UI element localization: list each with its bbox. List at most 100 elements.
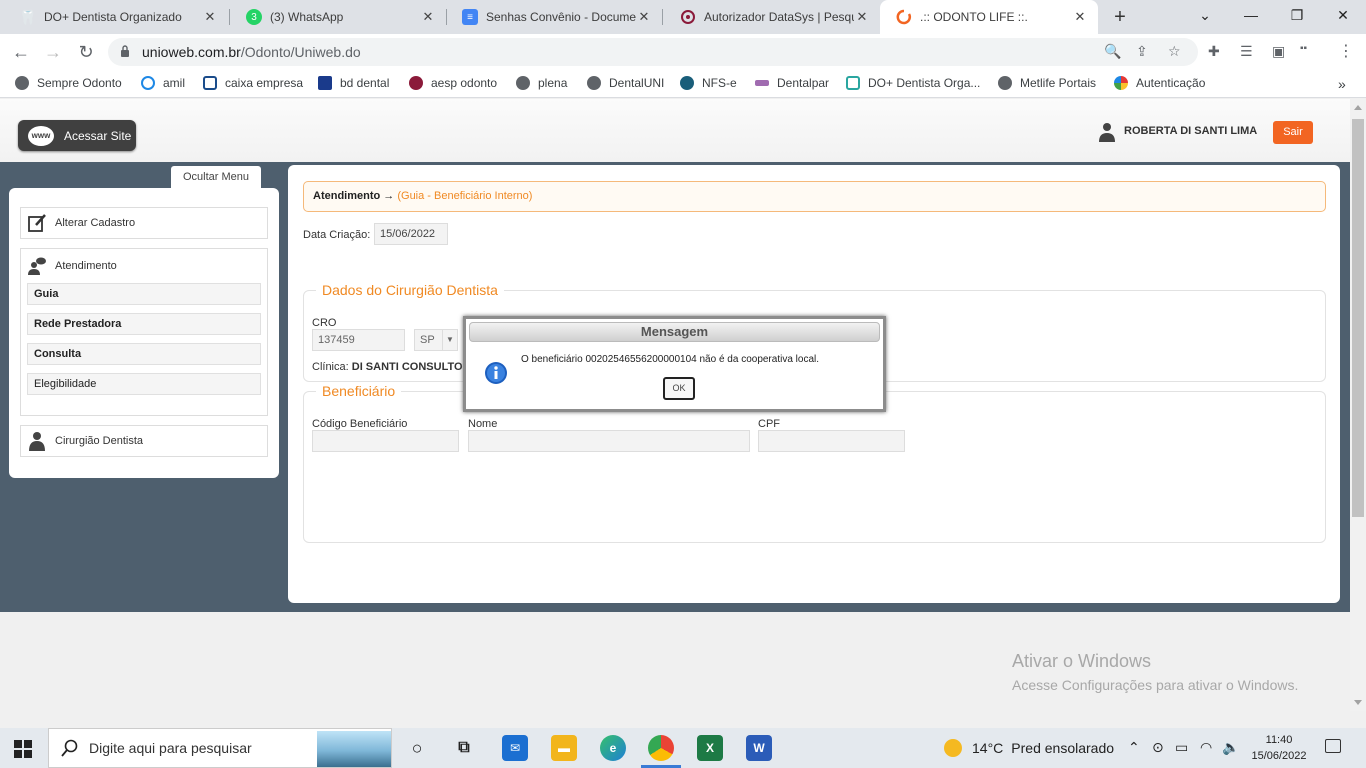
weather-widget[interactable]: 14°C Pred ensolarado (944, 739, 1114, 757)
restore-icon[interactable]: ❐ (1274, 0, 1320, 34)
close-icon[interactable]: ✕ (1072, 9, 1088, 25)
uf-value: SP (420, 334, 435, 346)
sidebar-subitem-elegibilidade[interactable]: Elegibilidade (27, 373, 261, 395)
creation-date-field: 15/06/2022 (374, 223, 448, 245)
logout-button[interactable]: Sair (1273, 121, 1313, 144)
browser-menu-icon[interactable]: ⋮ (1338, 41, 1354, 61)
hide-menu-tab[interactable]: Ocultar Menu (171, 166, 261, 188)
wifi-icon[interactable]: ◠ (1200, 739, 1212, 756)
bookmark-star-icon[interactable]: ☆ (1168, 43, 1181, 60)
cortana-icon[interactable]: ○ (404, 735, 430, 761)
volume-icon[interactable]: 🔈 (1222, 739, 1239, 756)
excel-icon[interactable]: X (697, 735, 723, 761)
back-icon[interactable]: ← (9, 40, 33, 64)
battery-icon[interactable]: ▭ (1175, 739, 1188, 756)
tooth-icon (203, 76, 217, 90)
bookmark-item[interactable]: aesp odonto (409, 76, 497, 90)
uf-select[interactable]: SP ▼ (414, 329, 458, 351)
word-icon[interactable]: W (746, 735, 772, 761)
beneficiary-code-input[interactable] (312, 430, 459, 452)
tray-chevron-up-icon[interactable]: ⌃ (1128, 739, 1140, 756)
bookmark-item[interactable]: caixa empresa (203, 76, 303, 90)
page-scrollbar[interactable] (1350, 99, 1366, 711)
globe-icon (587, 76, 601, 90)
address-bar[interactable]: unioweb.com.br/Odonto/Uniweb.do 🔍 ⇪ ☆ (108, 38, 1198, 66)
scroll-down-icon[interactable] (1354, 700, 1362, 705)
bookmark-item[interactable]: Metlife Portais (998, 76, 1096, 90)
dentist-legend: Dados do Cirurgião Dentista (316, 282, 504, 298)
edge-icon[interactable]: e (600, 735, 626, 761)
bookmark-item[interactable]: Autenticação (1114, 76, 1205, 90)
file-explorer-icon[interactable]: ▬ (551, 735, 577, 761)
bookmark-item[interactable]: amil (141, 76, 185, 90)
new-tab-button[interactable]: + (1108, 5, 1132, 29)
zoom-icon[interactable]: 🔍 (1104, 43, 1121, 60)
bookmark-label: Autenticação (1136, 76, 1206, 90)
bookmark-label: caixa empresa (225, 76, 304, 90)
message-dialog: Mensagem O beneficiário 0020254655620000… (463, 316, 886, 412)
bookmark-item[interactable]: DO+ Dentista Orga... (846, 76, 980, 90)
bookmark-label: amil (163, 76, 186, 90)
breadcrumb: Atendimento → (Guia - Beneficiário Inter… (303, 181, 1326, 212)
tab-title: Autorizador DataSys | Pesqui (704, 10, 854, 24)
meet-now-icon[interactable]: ⊙ (1152, 739, 1164, 756)
forward-icon[interactable]: → (41, 40, 65, 64)
bookmark-label: DO+ Dentista Orga... (868, 76, 981, 90)
bookmark-item[interactable]: DentalUNI (587, 76, 664, 90)
scroll-up-icon[interactable] (1354, 105, 1362, 110)
ok-button[interactable]: OK (663, 377, 695, 400)
chrome-icon[interactable] (648, 735, 674, 761)
taskbar-search[interactable]: Digite aqui para pesquisar (48, 728, 392, 768)
bookmark-item[interactable]: bd dental (318, 76, 389, 90)
minimize-icon[interactable]: — (1228, 0, 1274, 34)
media-control-icon[interactable]: ☰ (1240, 43, 1253, 60)
tab-dentista-organizado[interactable]: 🦷 DO+ Dentista Organizado ✕ (4, 0, 228, 34)
sidepanel-icon[interactable]: ▣ (1272, 43, 1285, 60)
bookmark-item[interactable]: plena (516, 76, 567, 90)
close-icon[interactable]: ✕ (420, 9, 436, 25)
close-window-icon[interactable]: ✕ (1320, 0, 1366, 34)
bookmark-item[interactable]: Sempre Odonto (15, 76, 122, 90)
sidebar-item-alterar-cadastro[interactable]: Alterar Cadastro (20, 207, 268, 239)
cpf-input[interactable] (758, 430, 905, 452)
task-view-icon[interactable]: ⧉ (451, 735, 477, 761)
sun-icon (944, 739, 962, 757)
name-input[interactable] (468, 430, 750, 452)
system-clock[interactable]: 11:40 15/06/2022 (1248, 732, 1310, 764)
more-bookmarks-icon[interactable]: » (1338, 76, 1346, 92)
tab-senhas-convenio[interactable]: ≡ Senhas Convênio - Documen ✕ (446, 0, 662, 34)
access-site-button[interactable]: www Acessar Site (18, 120, 136, 151)
close-icon[interactable]: ✕ (636, 9, 652, 25)
notification-icon[interactable] (1325, 739, 1341, 753)
bd-dental-icon (318, 76, 332, 90)
sidebar-item-cirurgiao-dentista[interactable]: Cirurgião Dentista (20, 425, 268, 457)
tab-search-chevron-icon[interactable]: ⌄ (1182, 0, 1228, 34)
windows-start-icon[interactable] (14, 740, 32, 758)
activation-watermark-title: Ativar o Windows (1012, 651, 1152, 671)
extension-small-icon[interactable]: ▪▪ (1300, 43, 1307, 54)
scroll-thumb[interactable] (1352, 119, 1364, 517)
temperature: 14°C (972, 740, 1004, 756)
url-path: /Odonto/Uniweb.do (240, 44, 361, 60)
creation-date-label: Data Criação: (303, 229, 371, 241)
sidebar-subitem-rede-prestadora[interactable]: Rede Prestadora (27, 313, 261, 335)
tab-autorizador-datasys[interactable]: Autorizador DataSys | Pesqui ✕ (664, 0, 880, 34)
tab-odonto-life[interactable]: .:: ODONTO LIFE ::. ✕ (880, 0, 1098, 34)
access-site-label: Acessar Site (64, 128, 132, 143)
sidebar-subitem-consulta[interactable]: Consulta (27, 343, 261, 365)
bookmark-item[interactable]: NFS-e (680, 76, 737, 90)
close-icon[interactable]: ✕ (202, 9, 218, 25)
tab-whatsapp[interactable]: 3 (3) WhatsApp ✕ (230, 0, 446, 34)
mail-icon[interactable]: ✉ (502, 735, 528, 761)
reload-icon[interactable]: ↻ (74, 40, 98, 64)
close-icon[interactable]: ✕ (854, 9, 870, 25)
sidebar-item-atendimento[interactable]: Atendimento (21, 249, 267, 283)
sidebar-subitem-guia[interactable]: Guia (27, 283, 261, 305)
bookmark-item[interactable]: Dentalpar (755, 76, 829, 90)
amil-icon (141, 76, 155, 90)
extensions-icon[interactable]: ✚ (1208, 43, 1220, 60)
cro-input[interactable]: 137459 (312, 329, 405, 351)
breadcrumb-current: (Guia - Beneficiário Interno) (397, 190, 533, 202)
share-icon[interactable]: ⇪ (1136, 43, 1148, 60)
bookmarks-bar: Sempre Odonto amil caixa empresa bd dent… (0, 70, 1366, 98)
